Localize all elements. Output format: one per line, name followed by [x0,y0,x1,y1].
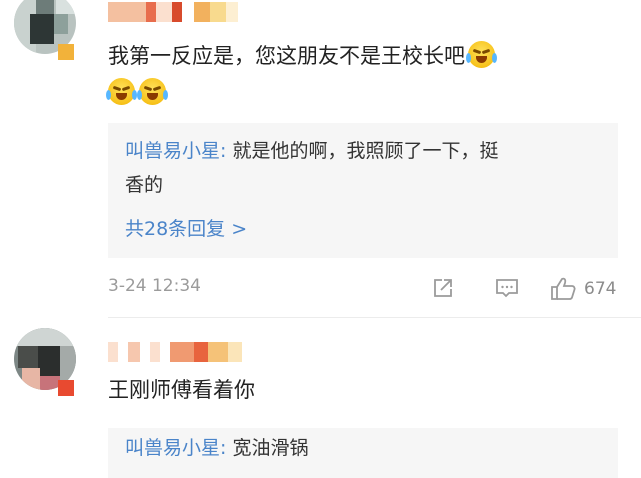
laugh-cry-emoji-icon [106,78,137,105]
verified-badge-icon [58,44,74,60]
like-button[interactable]: 674 [549,276,616,302]
reply-separator: : [220,437,227,459]
verified-badge-icon [58,380,74,396]
laugh-cry-emoji-icon [137,78,168,105]
comment-text-content: 我第一反应是，您这朋友不是王校长吧 [108,44,465,68]
replier-name[interactable]: 叫兽易小星 [125,437,220,459]
replier-name[interactable]: 叫兽易小星 [125,140,220,162]
reply-line: 叫兽易小星: 宽油滑锅 [125,432,308,464]
username-obscured[interactable] [108,342,248,362]
comment-icon [496,279,518,298]
emoji-row [106,78,170,105]
reply-text: 就是他的啊，我照顾了一下，挺 [232,140,499,162]
reply-preview[interactable]: 叫兽易小星: 就是他的啊，我照顾了一下，挺 香的 共28条回复 > [108,123,618,258]
share-icon [434,279,452,297]
comment-meta: 3-24 12:34 674 [108,276,624,302]
comment-item: 王刚师傅看着你 叫兽易小星: 宽油滑锅 [0,318,641,478]
comment-text: 我第一反应是，您这朋友不是王校长吧 [108,40,497,70]
reply-separator: : [220,140,227,162]
username-obscured[interactable] [108,2,248,22]
laugh-cry-emoji-icon [466,41,497,68]
timestamp: 3-24 12:34 [108,276,201,296]
comment-text: 王刚师傅看着你 [108,378,255,402]
like-icon [551,277,576,300]
comment-button[interactable] [494,276,520,300]
more-replies-link[interactable]: 共28条回复 > [125,214,247,241]
reply-line-continued: 香的 [125,174,164,196]
like-count: 674 [584,279,617,299]
reply-preview[interactable]: 叫兽易小星: 宽油滑锅 [108,428,618,478]
reply-line: 叫兽易小星: 就是他的啊，我照顾了一下，挺 [125,135,498,167]
reply-text: 宽油滑锅 [232,437,309,459]
share-button[interactable] [431,276,455,300]
comment-item: 我第一反应是，您这朋友不是王校长吧 叫兽易小星: 就是他的啊，我照顾了一下，挺 … [0,0,641,318]
